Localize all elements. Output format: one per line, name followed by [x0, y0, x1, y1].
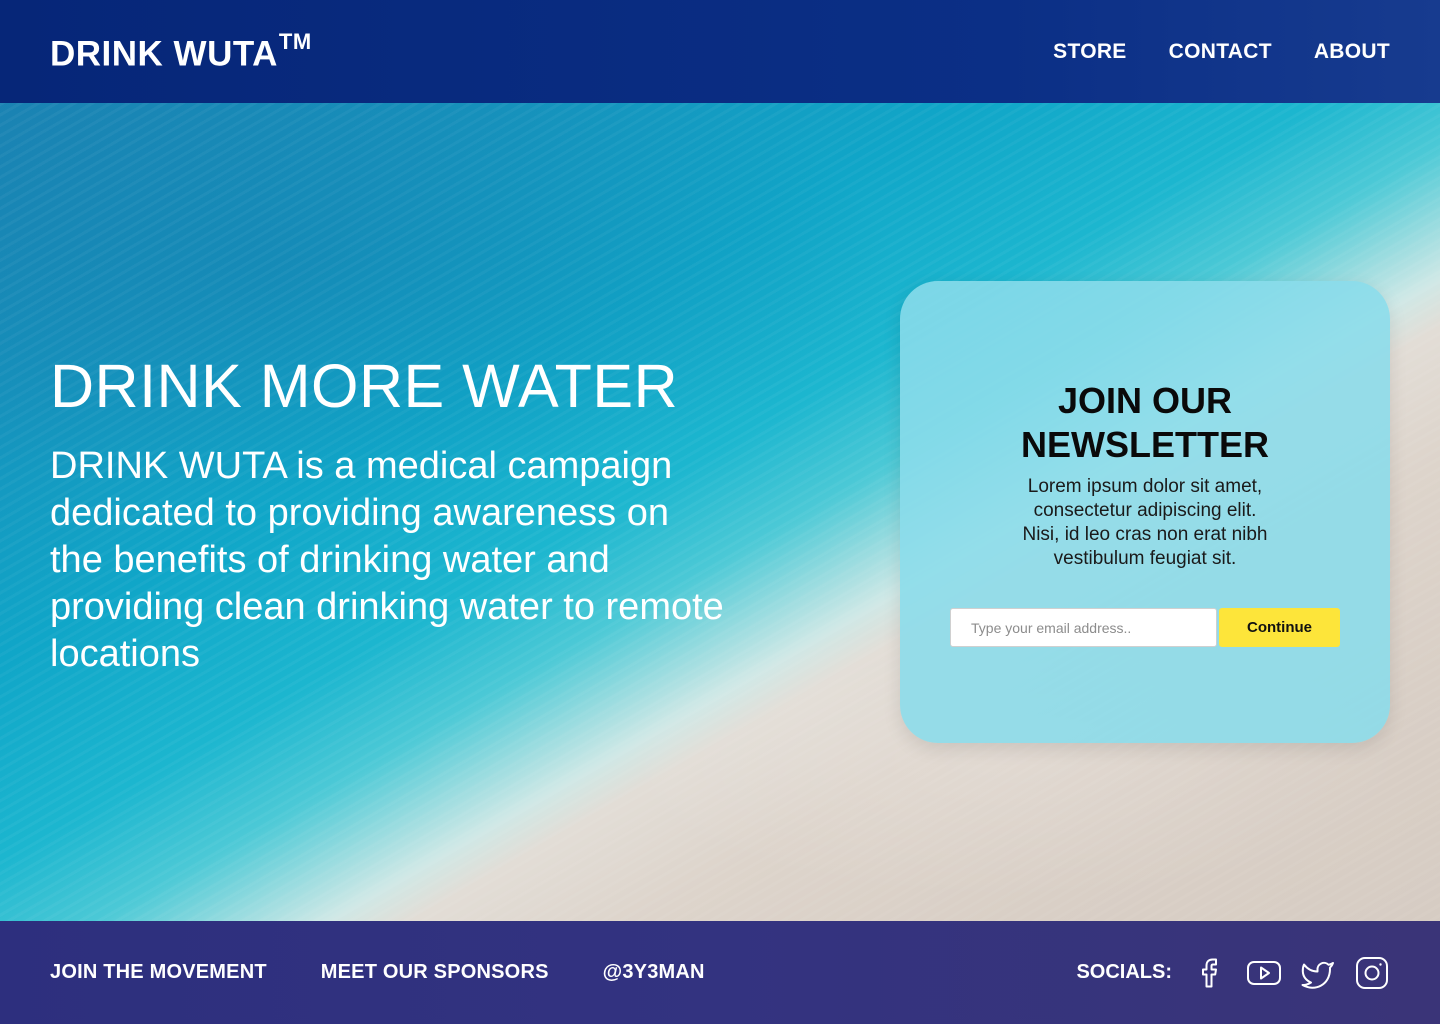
hero-description: DRINK WUTA is a medical campaign dedicat…: [50, 445, 724, 675]
meet-sponsors-link[interactable]: MEET OUR SPONSORS: [321, 961, 549, 984]
socials-label: SOCIALS:: [1076, 961, 1172, 983]
nav-about-link[interactable]: ABOUT: [1314, 40, 1390, 64]
hero-title: DRINK MORE WATER: [50, 352, 679, 420]
nav-contact-link[interactable]: CONTACT: [1169, 40, 1272, 64]
bottom-footer: JOIN THE MOVEMENT MEET OUR SPONSORS @3Y3…: [0, 921, 1440, 1024]
instagram-icon[interactable]: [1354, 955, 1390, 991]
twitter-icon[interactable]: [1300, 955, 1336, 991]
newsletter-title-line-1: JOIN OUR: [1057, 380, 1233, 421]
join-movement-link[interactable]: JOIN THE MOVEMENT: [50, 961, 267, 984]
newsletter-title: JOIN OUR NEWSLETTER: [900, 379, 1390, 467]
facebook-icon[interactable]: [1192, 955, 1228, 991]
newsletter-title-line-2: NEWSLETTER: [1021, 424, 1269, 465]
brand-logo[interactable]: DRINK WUTATM: [50, 29, 312, 75]
main-nav: STORE CONTACT ABOUT: [1053, 40, 1390, 64]
youtube-icon[interactable]: [1246, 955, 1282, 991]
continue-button[interactable]: Continue: [1219, 608, 1340, 647]
handle-link[interactable]: @3Y3MAN: [603, 961, 705, 984]
newsletter-card: JOIN OUR NEWSLETTER Lorem ipsum dolor si…: [900, 281, 1390, 743]
nav-store-link[interactable]: STORE: [1053, 40, 1126, 64]
socials-group: SOCIALS:: [1076, 955, 1390, 991]
hero-section: DRINK MORE WATER DRINK WUTA is a medical…: [0, 103, 1440, 921]
trademark-mark: TM: [278, 28, 312, 54]
newsletter-description: Lorem ipsum dolor sit amet, consectetur …: [1022, 476, 1268, 569]
brand-name: DRINK WUTA: [50, 34, 278, 74]
top-header: DRINK WUTATM STORE CONTACT ABOUT: [0, 0, 1440, 103]
email-input[interactable]: [950, 608, 1217, 647]
footer-links: JOIN THE MOVEMENT MEET OUR SPONSORS @3Y3…: [50, 961, 705, 984]
